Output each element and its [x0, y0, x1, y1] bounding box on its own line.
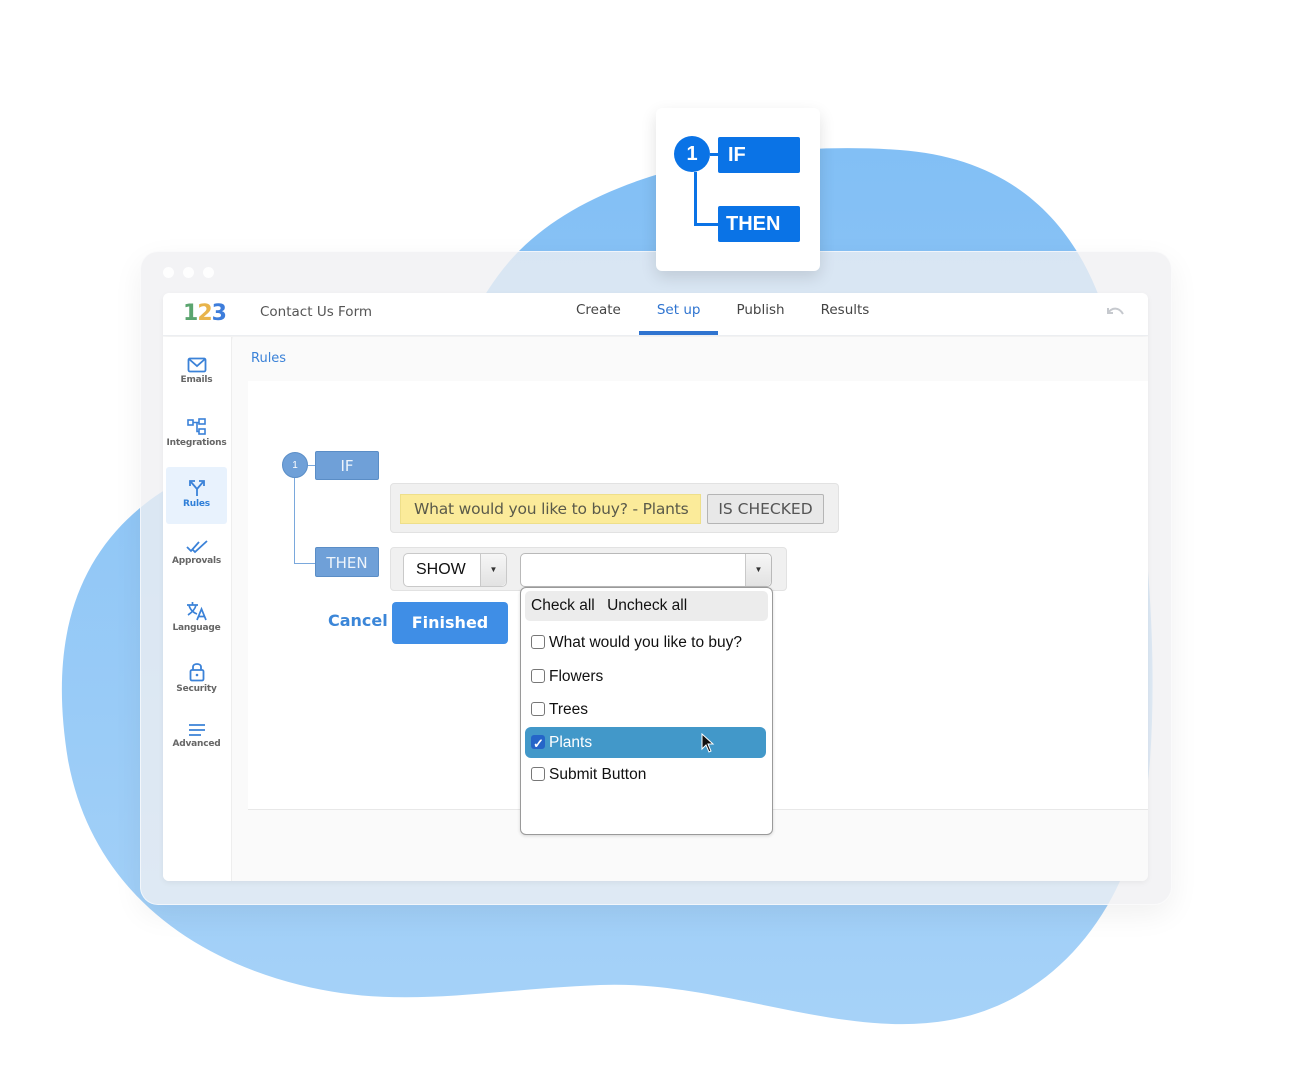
window-dot[interactable] — [203, 267, 214, 278]
tab-results[interactable]: Results — [803, 293, 888, 336]
sidebar-item-advanced[interactable]: Advanced — [166, 711, 227, 768]
rule-number-badge: 1 — [282, 452, 308, 478]
dropdown-option[interactable]: Submit Button — [525, 759, 766, 790]
window-dot[interactable] — [163, 267, 174, 278]
sidebar: Emails Integrations Rules Approvals Lang… — [163, 337, 232, 881]
sidebar-item-label: Advanced — [172, 739, 221, 749]
option-label: Trees — [549, 701, 589, 718]
sidebar-item-security[interactable]: Security — [166, 650, 227, 707]
sidebar-item-label: Language — [172, 623, 221, 633]
action-select[interactable]: SHOW ▼ — [403, 553, 507, 587]
condition-row: What would you like to buy? - Plants IS … — [390, 483, 839, 533]
sidebar-item-approvals[interactable]: Approvals — [166, 528, 227, 585]
checkbox[interactable] — [531, 767, 545, 781]
action-row: SHOW ▼ ▼ — [390, 547, 787, 591]
tab-create[interactable]: Create — [558, 293, 639, 336]
checkbox[interactable] — [531, 669, 545, 683]
sidebar-item-label: Security — [176, 684, 217, 694]
checkbox-checked[interactable] — [531, 728, 545, 759]
integrations-icon — [186, 418, 206, 435]
logo-digit: 2 — [197, 301, 212, 326]
option-label: Plants — [549, 734, 593, 751]
tree-connector — [308, 465, 315, 466]
card-then-tag: THEN — [718, 206, 800, 242]
logo[interactable]: 123 — [183, 301, 227, 326]
option-label: What would you like to buy? — [549, 634, 742, 651]
condition-field[interactable]: What would you like to buy? - Plants — [400, 494, 701, 524]
window-dot[interactable] — [183, 267, 194, 278]
target-field-dropdown: Check all Uncheck all What would you lik… — [520, 587, 773, 835]
menu-lines-icon — [188, 724, 205, 736]
card-connector — [694, 172, 697, 226]
window-controls — [163, 267, 214, 278]
form-title: Contact Us Form — [260, 304, 373, 320]
lock-icon — [189, 663, 204, 682]
breadcrumb[interactable]: Rules — [251, 351, 286, 366]
dropdown-option-selected[interactable]: Plants — [525, 727, 766, 759]
dropdown-option[interactable]: What would you like to buy? — [525, 627, 766, 658]
chevron-down-icon[interactable]: ▼ — [480, 554, 506, 586]
card-if-tag: IF — [718, 137, 800, 173]
if-tag: IF — [315, 451, 379, 480]
option-label: Submit Button — [549, 766, 647, 783]
then-tag: THEN — [315, 547, 379, 577]
check-all-link[interactable]: Check all — [531, 597, 595, 614]
sidebar-item-language[interactable]: Language — [166, 589, 227, 646]
dropdown-option[interactable]: Flowers — [525, 661, 766, 692]
sidebar-item-emails[interactable]: Emails — [166, 345, 227, 402]
tree-connector — [294, 563, 315, 564]
sidebar-item-label: Emails — [180, 375, 213, 385]
sidebar-item-integrations[interactable]: Integrations — [166, 406, 227, 463]
checkbox[interactable] — [531, 702, 545, 716]
sidebar-item-rules[interactable]: Rules — [166, 467, 227, 524]
tab-setup[interactable]: Set up — [638, 293, 719, 336]
cancel-button[interactable]: Cancel — [328, 611, 388, 630]
finished-button[interactable]: Finished — [392, 602, 508, 644]
chevron-down-icon[interactable]: ▼ — [745, 554, 771, 586]
tab-publish[interactable]: Publish — [718, 293, 802, 336]
rule-illustration-card: 1 IF THEN — [656, 108, 820, 271]
sidebar-item-label: Rules — [183, 499, 210, 509]
mouse-cursor-icon — [701, 733, 715, 753]
action-select-value: SHOW — [416, 561, 466, 578]
card-connector — [694, 223, 720, 226]
condition-operator[interactable]: IS CHECKED — [707, 494, 824, 524]
double-check-icon — [185, 540, 208, 554]
undo-icon[interactable] — [1104, 303, 1126, 324]
tree-connector — [294, 478, 295, 563]
checkbox[interactable] — [531, 635, 545, 649]
target-field-select[interactable]: ▼ — [520, 553, 772, 587]
sidebar-item-label: Approvals — [171, 556, 222, 566]
translate-icon — [186, 602, 207, 621]
option-label: Flowers — [549, 668, 604, 685]
dropdown-header: Check all Uncheck all — [525, 591, 768, 621]
envelope-icon — [187, 357, 206, 373]
main-tabs: Create Set up Publish Results — [558, 293, 887, 336]
top-bar: 123 Contact Us Form Create Set up Publis… — [163, 293, 1148, 336]
dropdown-option[interactable]: Trees — [525, 694, 766, 725]
uncheck-all-link[interactable]: Uncheck all — [607, 597, 687, 614]
app-window: 123 Contact Us Form Create Set up Publis… — [163, 293, 1148, 881]
rules-split-icon — [188, 480, 205, 496]
logo-digit: 3 — [211, 301, 227, 326]
card-rule-number: 1 — [674, 136, 710, 172]
sidebar-item-label: Integrations — [166, 438, 227, 448]
logo-digit: 1 — [183, 301, 198, 326]
